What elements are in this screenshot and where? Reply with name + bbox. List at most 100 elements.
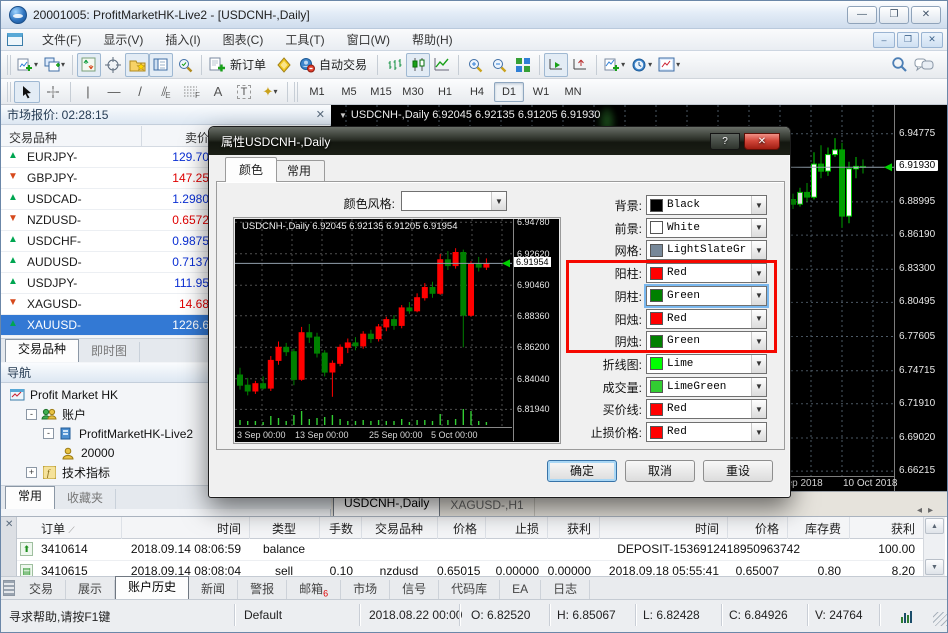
reset-button[interactable]: 重设: [703, 460, 773, 482]
toolbar-grip[interactable]: [294, 82, 299, 102]
panel-stripe-icon[interactable]: [3, 580, 15, 596]
tab-scroll-arrows[interactable]: ◂▸: [917, 505, 939, 516]
menu-item-5[interactable]: 窗口(W): [336, 29, 401, 51]
arrows-tool[interactable]: ✦▾: [257, 81, 283, 103]
terminal-column-2[interactable]: 类型: [249, 520, 319, 537]
color-select-10[interactable]: Red ▼: [646, 422, 767, 442]
color-select-8[interactable]: LimeGreen ▼: [646, 377, 767, 397]
color-select-4[interactable]: Green ▼: [646, 286, 767, 306]
navigator-toggle[interactable]: [125, 53, 149, 77]
ok-button[interactable]: 确定: [547, 460, 617, 482]
search-button[interactable]: [887, 53, 911, 77]
timeframe-m15-button[interactable]: M15: [366, 82, 396, 102]
tile-windows-button[interactable]: [511, 53, 535, 77]
chart-window-icon[interactable]: [7, 33, 23, 46]
dropdown-arrow-icon[interactable]: ▼: [751, 378, 766, 396]
strategy-tester-toggle[interactable]: [173, 53, 197, 77]
horizontal-line-tool[interactable]: —: [101, 81, 127, 103]
terminal-column-5[interactable]: 价格: [437, 520, 477, 537]
cancel-button[interactable]: 取消: [625, 460, 695, 482]
timeframe-d1-button[interactable]: D1: [494, 82, 524, 102]
timeframe-m5-button[interactable]: M5: [334, 82, 364, 102]
price-scale[interactable]: 6.947756.889956.861906.833006.804956.776…: [894, 105, 948, 491]
status-profile[interactable]: Default: [244, 608, 282, 622]
market-watch-close-icon[interactable]: ✕: [316, 108, 325, 121]
terminal-column-9[interactable]: 价格: [727, 520, 779, 537]
periods-button[interactable]: ▾: [628, 53, 655, 77]
color-select-5[interactable]: Red ▼: [646, 309, 767, 329]
terminal-tab-4[interactable]: 警报: [238, 580, 287, 599]
child-restore-button[interactable]: ❐: [897, 32, 919, 48]
cursor-tool[interactable]: [14, 81, 40, 103]
terminal-column-8[interactable]: 时间: [599, 520, 719, 537]
crosshair-tool[interactable]: [40, 81, 66, 103]
dropdown-arrow-icon[interactable]: ▼: [751, 310, 766, 328]
dialog-close-button[interactable]: ✕: [744, 133, 780, 150]
terminal-row-3410615[interactable]: ▤34106152018.09.14 08:08:04sell0.10nzdus…: [17, 561, 923, 577]
dropdown-arrow-icon[interactable]: ▼: [751, 423, 766, 441]
chart-tab-1[interactable]: XAGUSD-,H1: [440, 496, 534, 516]
dropdown-arrow-icon[interactable]: ▼: [751, 355, 766, 373]
tree-toggle-icon[interactable]: -: [26, 409, 37, 420]
terminal-column-7[interactable]: 获利: [547, 520, 591, 537]
color-select-3[interactable]: Red ▼: [646, 263, 767, 283]
terminal-tab-5[interactable]: 邮箱6: [287, 580, 341, 599]
menu-item-2[interactable]: 插入(I): [154, 29, 211, 51]
toolbar-grip[interactable]: [7, 82, 12, 102]
terminal-tab-1[interactable]: 展示: [66, 580, 115, 599]
terminal-tab-2[interactable]: 账户历史: [115, 576, 189, 599]
color-select-2[interactable]: LightSlateGr ▼: [646, 240, 767, 260]
terminal-tab-8[interactable]: 代码库: [439, 580, 500, 599]
menu-item-3[interactable]: 图表(C): [212, 29, 275, 51]
candle-chart-button[interactable]: [406, 53, 430, 77]
restore-button[interactable]: ❐: [879, 6, 909, 24]
menu-item-6[interactable]: 帮助(H): [401, 29, 464, 51]
terminal-tab-7[interactable]: 信号: [390, 580, 439, 599]
terminal-close-icon[interactable]: ✕: [5, 519, 13, 530]
navigator-tab-1[interactable]: 收藏夹: [55, 489, 116, 509]
close-button[interactable]: ✕: [911, 6, 941, 24]
terminal-column-3[interactable]: 手数: [319, 520, 353, 537]
dropdown-arrow-icon[interactable]: ▼: [751, 264, 766, 282]
menu-item-1[interactable]: 显示(V): [92, 29, 154, 51]
terminal-tab-10[interactable]: 日志: [541, 580, 590, 599]
timeframe-w1-button[interactable]: W1: [526, 82, 556, 102]
terminal-toggle[interactable]: [149, 53, 173, 77]
market-watch-tab-0[interactable]: 交易品种: [5, 339, 79, 362]
chevron-down-icon[interactable]: ▼: [339, 111, 347, 120]
column-sell[interactable]: 卖价: [81, 129, 209, 146]
menu-item-4[interactable]: 工具(T): [274, 29, 335, 51]
dialog-tab-1[interactable]: 常用: [273, 160, 325, 181]
dialog-title-bar[interactable]: 属性USDCNH-,Daily ? ✕: [209, 127, 790, 155]
terminal-column-11[interactable]: 获利: [849, 520, 915, 537]
dropdown-arrow-icon[interactable]: ▼: [751, 287, 766, 305]
color-select-6[interactable]: Green ▼: [646, 331, 767, 351]
chat-button[interactable]: [911, 53, 937, 77]
scroll-down-icon[interactable]: ▼: [925, 559, 944, 575]
tree-toggle-icon[interactable]: -: [43, 428, 54, 439]
terminal-column-4[interactable]: 交易品种: [361, 520, 437, 537]
terminal-column-0[interactable]: 订单 ⟋: [41, 520, 75, 537]
toolbar-grip[interactable]: [7, 55, 12, 75]
column-symbol[interactable]: 交易品种: [9, 129, 57, 146]
terminal-column-10[interactable]: 库存费: [787, 520, 841, 537]
tree-toggle-icon[interactable]: +: [26, 467, 37, 478]
menu-item-0[interactable]: 文件(F): [31, 29, 92, 51]
timeframe-mn-button[interactable]: MN: [558, 82, 588, 102]
indicators-button[interactable]: ▾: [601, 53, 628, 77]
timeframe-h1-button[interactable]: H1: [430, 82, 460, 102]
terminal-row-3410614[interactable]: ⬆34106142018.09.14 08:06:59balance100.00…: [17, 539, 923, 561]
data-window-toggle[interactable]: [101, 53, 125, 77]
timeframe-h4-button[interactable]: H4: [462, 82, 492, 102]
terminal-scrollbar[interactable]: ▲ ▼: [923, 517, 945, 577]
color-select-0[interactable]: Black ▼: [646, 195, 767, 215]
templates-button[interactable]: ▾: [655, 53, 683, 77]
color-select-1[interactable]: White ▼: [646, 218, 767, 238]
child-close-button[interactable]: ✕: [921, 32, 943, 48]
autotrading-button[interactable]: 自动交易: [296, 53, 373, 77]
zoom-out-button[interactable]: [487, 53, 511, 77]
terminal-tab-3[interactable]: 新闻: [189, 580, 238, 599]
zoom-in-button[interactable]: [463, 53, 487, 77]
text-tool[interactable]: A: [205, 81, 231, 103]
dialog-tab-0[interactable]: 颜色: [225, 157, 277, 182]
